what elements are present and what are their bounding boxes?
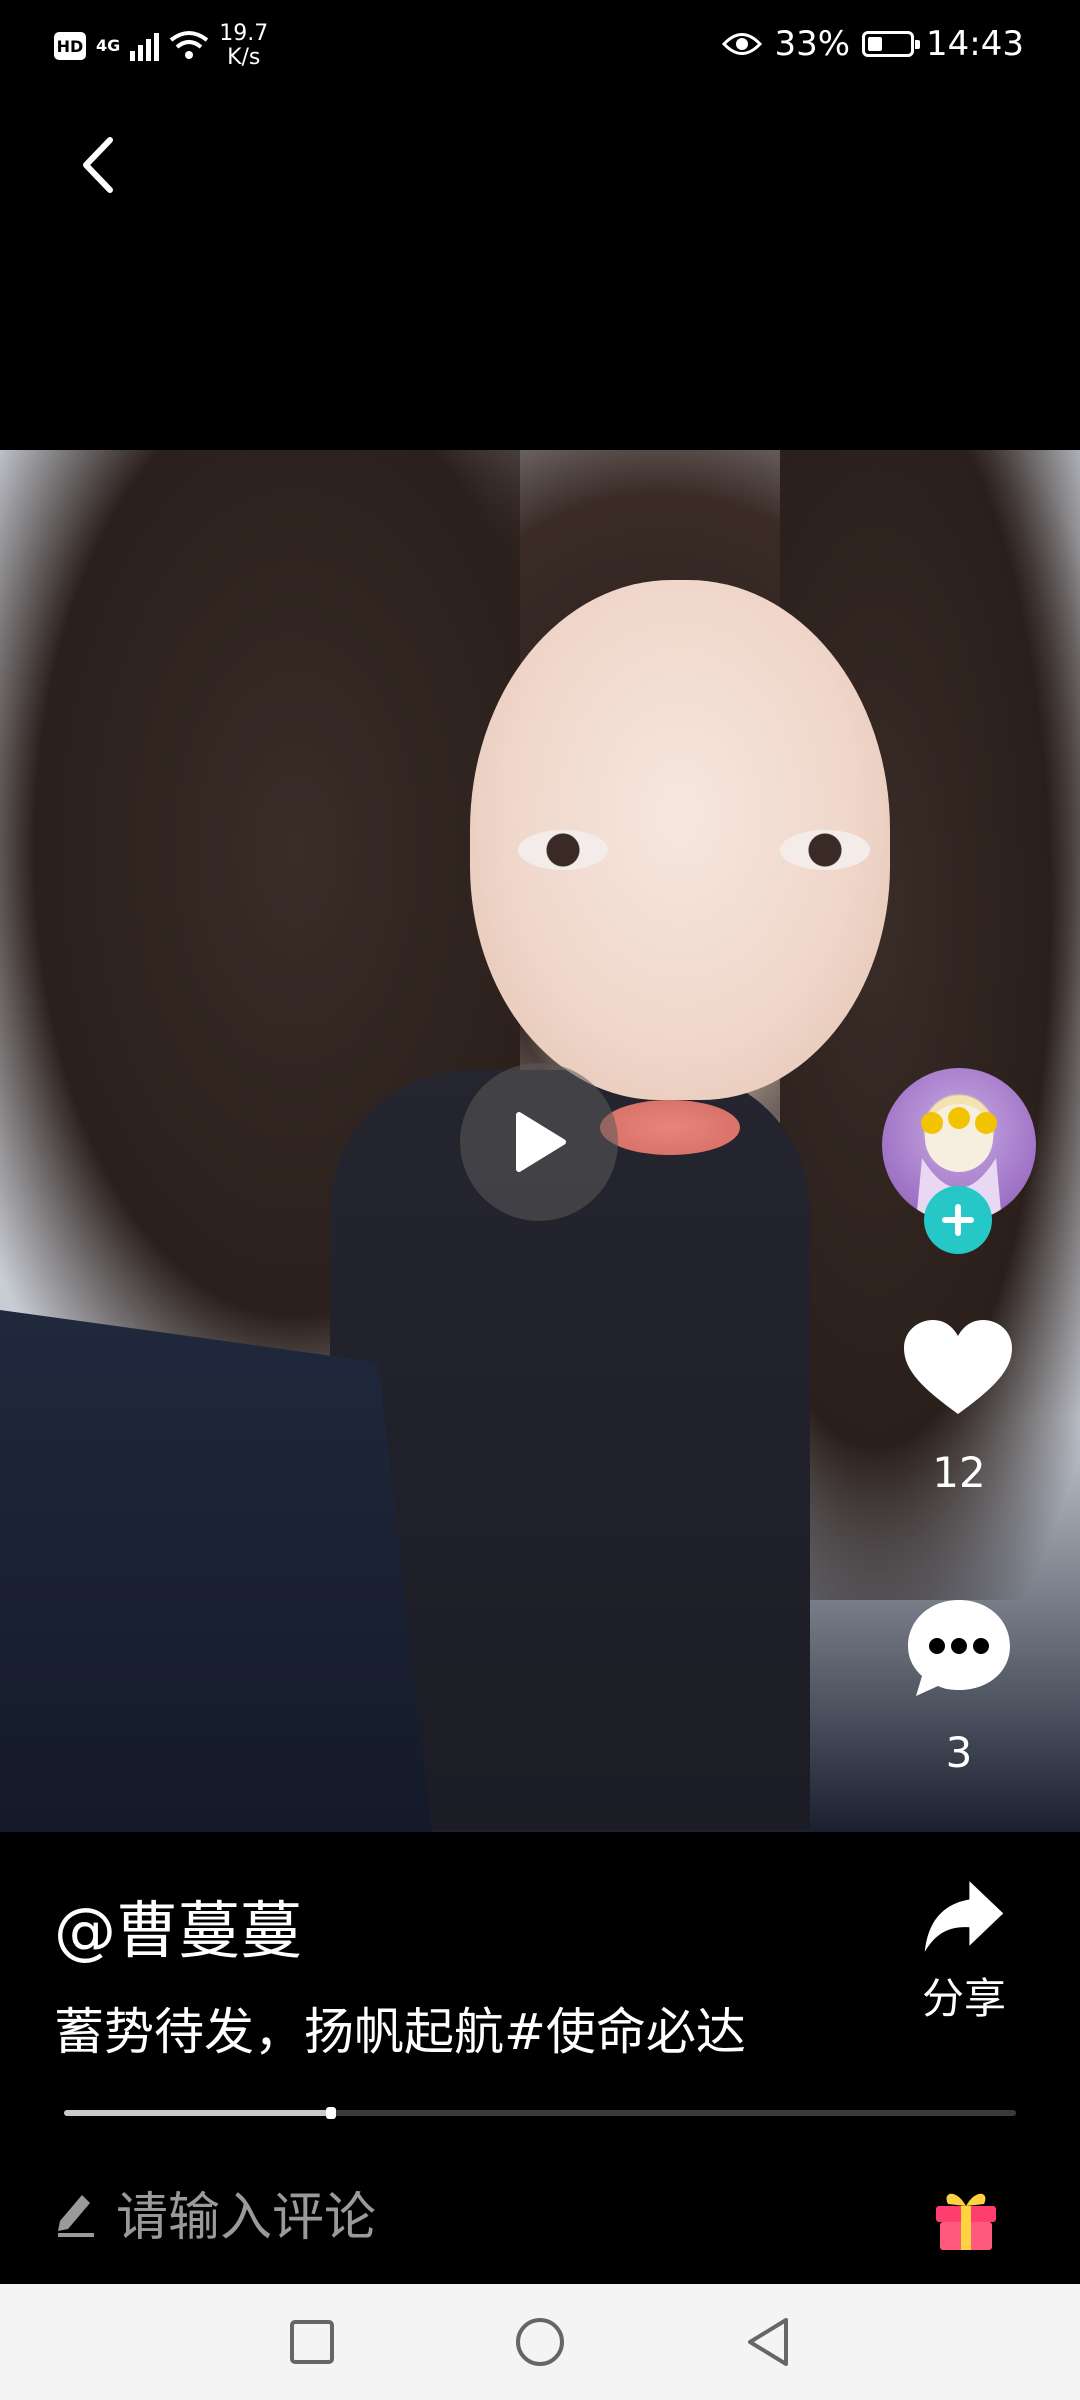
status-right: 33% 14:43 bbox=[722, 24, 1024, 64]
system-nav-bar bbox=[0, 2284, 1080, 2400]
video-frame-lips bbox=[600, 1100, 740, 1155]
triangle-back-icon bbox=[748, 2318, 788, 2366]
clock: 14:43 bbox=[926, 24, 1024, 64]
gift-button[interactable] bbox=[930, 2180, 1002, 2252]
eye-icon bbox=[722, 33, 763, 55]
square-icon bbox=[290, 2320, 334, 2364]
progress-thumb[interactable] bbox=[326, 2107, 336, 2119]
like-button[interactable] bbox=[902, 1318, 1014, 1418]
back-button[interactable] bbox=[70, 120, 130, 210]
like-count: 12 bbox=[932, 1448, 986, 1497]
post-caption: 蓄势待发，扬帆起航#使命必达 bbox=[54, 2003, 746, 2061]
home-button[interactable] bbox=[512, 2314, 568, 2370]
share-button[interactable]: 分享 bbox=[902, 1878, 1026, 2026]
battery-icon bbox=[862, 31, 921, 57]
follow-button[interactable] bbox=[924, 1186, 992, 1254]
circle-icon bbox=[516, 2318, 564, 2366]
share-arrow-icon bbox=[924, 1881, 1004, 1952]
progress-fill bbox=[64, 2110, 331, 2116]
comment-input[interactable]: 请输入评论 bbox=[54, 2172, 874, 2252]
status-bar: HD 4G 19.7 K/s 33% 14:43 bbox=[0, 0, 1080, 90]
play-icon bbox=[516, 1112, 566, 1172]
gift-icon bbox=[936, 2193, 996, 2250]
wifi-icon bbox=[170, 31, 209, 59]
plus-icon bbox=[942, 1204, 974, 1236]
author-name[interactable]: @曹蔓蔓 bbox=[54, 1880, 302, 1970]
share-label: 分享 bbox=[921, 1974, 1006, 2023]
status-left: HD 4G 19.7 K/s bbox=[54, 22, 268, 70]
play-button[interactable] bbox=[460, 1063, 618, 1221]
comment-count: 3 bbox=[945, 1728, 973, 1777]
video-frame-eye-right bbox=[780, 830, 870, 870]
comment-button[interactable] bbox=[904, 1596, 1014, 1700]
comment-placeholder: 请输入评论 bbox=[116, 2187, 377, 2248]
video-frame-eye-left bbox=[518, 830, 608, 870]
heart-icon bbox=[904, 1320, 1012, 1414]
system-back-button[interactable] bbox=[740, 2314, 796, 2370]
network-speed: 19.7 K/s bbox=[219, 22, 268, 70]
hd-badge: HD bbox=[54, 32, 86, 60]
speed-unit: K/s bbox=[227, 45, 261, 70]
pencil-icon bbox=[58, 2195, 94, 2237]
chevron-left-icon bbox=[83, 137, 113, 193]
signal-icon bbox=[130, 31, 160, 61]
speed-value: 19.7 bbox=[219, 21, 269, 46]
network-type: 4G bbox=[96, 36, 121, 55]
battery-percent: 33% bbox=[774, 24, 851, 64]
recents-button[interactable] bbox=[284, 2314, 340, 2370]
